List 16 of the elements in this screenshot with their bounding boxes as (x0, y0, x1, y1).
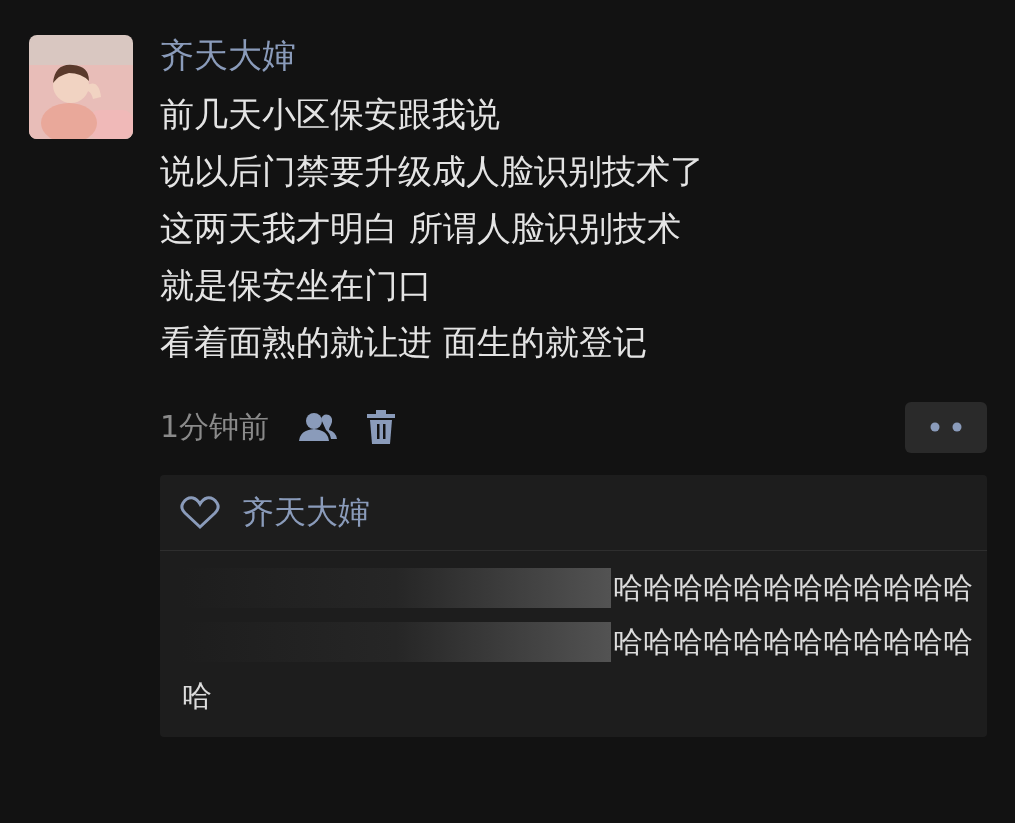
post-text-line: 这两天我才明白 所谓人脸识别技术 (160, 207, 682, 250)
more-button[interactable] (905, 401, 987, 453)
post-text-line: 就是保安坐在门口 (160, 264, 433, 307)
comment-text: 哈 (182, 676, 212, 715)
comment-text: 哈哈哈哈哈哈哈哈哈哈哈哈 (613, 568, 973, 607)
comment-text: 哈哈哈哈哈哈哈哈哈哈哈哈 (613, 622, 973, 661)
dots-icon (930, 422, 962, 432)
heart-icon (180, 495, 220, 530)
post-text-line: 前几天小区保安跟我说 (160, 93, 501, 136)
people-icon[interactable] (299, 411, 338, 443)
post-text-line: 看着面熟的就让进 面生的就登记 (160, 321, 648, 364)
liker-name[interactable]: 齐天大婶 (242, 490, 370, 535)
author-name[interactable]: 齐天大婶 (160, 32, 987, 78)
post-text-line: 说以后门禁要升级成人脸识别技术了 (160, 150, 705, 193)
timestamp: 1分钟前 (160, 407, 270, 446)
trash-icon[interactable] (367, 410, 396, 444)
